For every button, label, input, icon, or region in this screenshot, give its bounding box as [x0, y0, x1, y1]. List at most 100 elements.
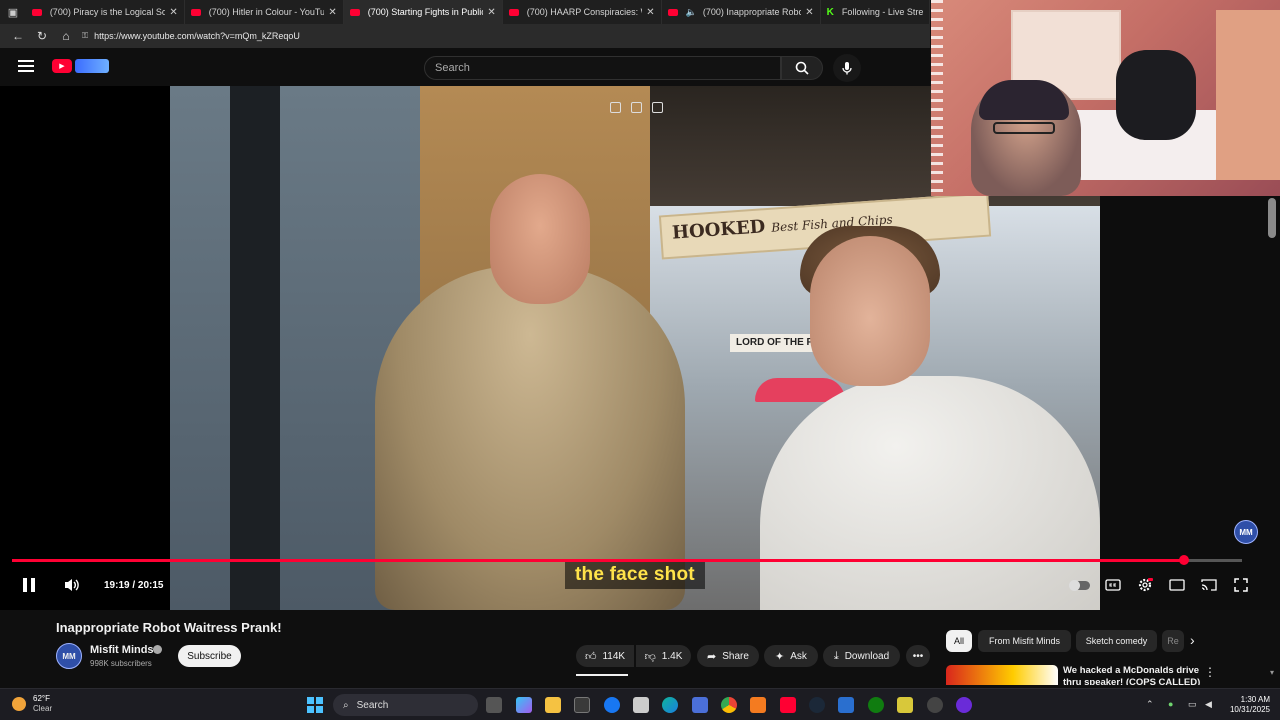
home-icon[interactable]: ⌂	[54, 24, 78, 48]
recommendation-menu-icon[interactable]: ⋮	[1204, 665, 1216, 679]
network-icon[interactable]: ▭	[1188, 699, 1197, 710]
channel-avatar[interactable]: MM	[56, 643, 82, 669]
back-icon[interactable]: ←	[6, 24, 30, 48]
close-tab-icon[interactable]: ✕	[646, 7, 654, 18]
notes-icon[interactable]	[897, 697, 913, 713]
subtitles-button[interactable]	[1102, 574, 1124, 596]
more-actions-button[interactable]: •••	[906, 645, 930, 667]
close-tab-icon[interactable]: ✕	[169, 7, 177, 18]
chip-sketch-comedy[interactable]: Sketch comedy	[1076, 630, 1157, 652]
settings-app-icon[interactable]	[927, 697, 943, 713]
search-icon: ⌕	[343, 699, 349, 711]
weather-condition: Clear	[33, 704, 53, 713]
progress-bar[interactable]	[12, 555, 1242, 565]
vlc-icon[interactable]	[750, 697, 766, 713]
store-icon[interactable]	[574, 697, 590, 713]
xbox-icon[interactable]	[868, 697, 884, 713]
file-explorer-icon[interactable]	[545, 697, 561, 713]
scroll-down-icon[interactable]: ▾	[1270, 668, 1274, 677]
webcam-overlay	[931, 0, 1280, 196]
fullscreen-button[interactable]	[1230, 574, 1252, 596]
translate-icon[interactable]	[652, 102, 663, 113]
taskbar-clock[interactable]: 1:30 AM 10/31/2025	[1222, 695, 1270, 715]
cast-icon	[1201, 579, 1217, 591]
chrome-icon[interactable]	[721, 697, 737, 713]
browser-tab[interactable]: 🔈 (700) Inappropriate Robot W ✕	[662, 0, 821, 24]
copilot-icon[interactable]	[516, 697, 532, 713]
channel-watermark-icon[interactable]: MM	[1234, 520, 1258, 544]
url-field[interactable]: ⚿ https://www.youtube.com/watch?v=mQm_kZR…	[82, 31, 300, 41]
app-icon[interactable]	[838, 697, 854, 713]
settings-button[interactable]	[1134, 574, 1156, 596]
chip-all[interactable]: All	[946, 630, 972, 652]
calculator-icon[interactable]	[692, 697, 708, 713]
close-tab-icon[interactable]: ✕	[328, 7, 336, 18]
microphone-tray-icon[interactable]: ●	[1168, 699, 1173, 709]
autoplay-toggle[interactable]	[1068, 574, 1092, 596]
browser-tab[interactable]: (700) HAARP Conspiracies: Was T✕	[503, 0, 662, 24]
recommendation-title[interactable]: We hacked a McDonalds drive thru speaker…	[1063, 665, 1203, 685]
cast-button[interactable]	[1198, 574, 1220, 596]
close-tab-icon[interactable]: ✕	[805, 7, 813, 18]
webcam-streamer-glasses	[993, 122, 1055, 134]
speaker-icon[interactable]: 🔈	[686, 7, 697, 18]
picture-in-picture-icon[interactable]	[610, 102, 621, 113]
clock-time: 1:30 AM	[1240, 695, 1270, 704]
tab-title: (700) Inappropriate Robot W	[702, 7, 801, 17]
edit-icon[interactable]	[631, 102, 642, 113]
youtube-app-icon[interactable]	[780, 697, 796, 713]
gear-icon	[1138, 578, 1153, 592]
youtube-play-icon: ▶	[52, 59, 72, 73]
like-button[interactable]: 👍︎ 114K	[576, 645, 634, 667]
channel-name[interactable]: Misfit Minds	[90, 644, 154, 656]
windows-taskbar: 62°F Clear ⌕ Search ⌃ ● ▭ ◀ 1:30 AM 10/31…	[0, 688, 1280, 720]
obs-icon[interactable]	[956, 697, 972, 713]
taskbar-search[interactable]: ⌕ Search	[333, 694, 478, 716]
voice-search-button[interactable]	[833, 54, 861, 82]
chevron-right-icon[interactable]: ›	[1190, 632, 1195, 648]
weather-widget[interactable]: 62°F Clear	[12, 694, 52, 714]
page-scrollbar[interactable]	[1268, 198, 1276, 238]
weather-temperature: 62°F	[33, 694, 50, 703]
theater-mode-button[interactable]	[1166, 574, 1188, 596]
volume-icon	[65, 579, 79, 591]
steam-icon[interactable]	[809, 697, 825, 713]
ask-button[interactable]: ✦ Ask	[764, 645, 818, 667]
close-tab-icon[interactable]: ✕	[487, 7, 495, 18]
browser-tab[interactable]: K Following - Live Stream	[821, 0, 930, 24]
speaker-tray-icon[interactable]: ◀	[1205, 699, 1212, 710]
browser-tab[interactable]: (700) Hitler in Colour - YouTube ✕	[185, 0, 344, 24]
tab-title: (700) Starting Fights in Public Pra	[367, 7, 484, 17]
windows-start-icon[interactable]	[307, 697, 323, 713]
browser-tab-bar: ▣ (700) Piracy is the Logical Solutio✕ (…	[0, 0, 930, 24]
sparkle-icon: ✦	[775, 650, 785, 663]
browser-tab[interactable]: (700) Piracy is the Logical Solutio✕	[26, 0, 185, 24]
progress-fill	[12, 559, 1185, 562]
download-button[interactable]: ⤓ Download	[823, 645, 900, 667]
more-icon: •••	[912, 650, 924, 662]
task-view-icon[interactable]	[486, 697, 502, 713]
youtube-logo[interactable]: ▶	[52, 58, 112, 74]
dislike-button[interactable]: 👎︎ 1.4K	[636, 645, 691, 667]
hamburger-menu-icon[interactable]	[18, 60, 34, 74]
chip-related[interactable]: Re	[1162, 630, 1184, 652]
facebook-icon[interactable]	[604, 697, 620, 713]
share-label: Share	[722, 650, 749, 662]
reload-icon[interactable]: ↻	[30, 24, 54, 48]
site-info-icon[interactable]: ⚿	[82, 31, 88, 41]
webcam-streamer-hair	[979, 80, 1069, 120]
subscribe-button[interactable]: Subscribe	[178, 645, 241, 667]
recommendation-thumbnail[interactable]	[946, 665, 1058, 685]
search-input[interactable]: Search	[424, 56, 781, 80]
pause-button[interactable]	[18, 574, 40, 596]
tab-actions-icon[interactable]: ▣	[0, 0, 26, 24]
share-button[interactable]: ➦ Share	[697, 645, 759, 667]
browser-tab-active[interactable]: (700) Starting Fights in Public Pra✕	[343, 0, 503, 24]
chip-from-channel[interactable]: From Misfit Minds	[978, 630, 1071, 652]
microphone-icon	[842, 62, 852, 75]
amazon-icon[interactable]	[633, 697, 649, 713]
edge-icon[interactable]	[662, 697, 678, 713]
tray-overflow-icon[interactable]: ⌃	[1146, 699, 1154, 710]
search-button[interactable]	[781, 56, 823, 80]
volume-button[interactable]	[60, 574, 84, 596]
